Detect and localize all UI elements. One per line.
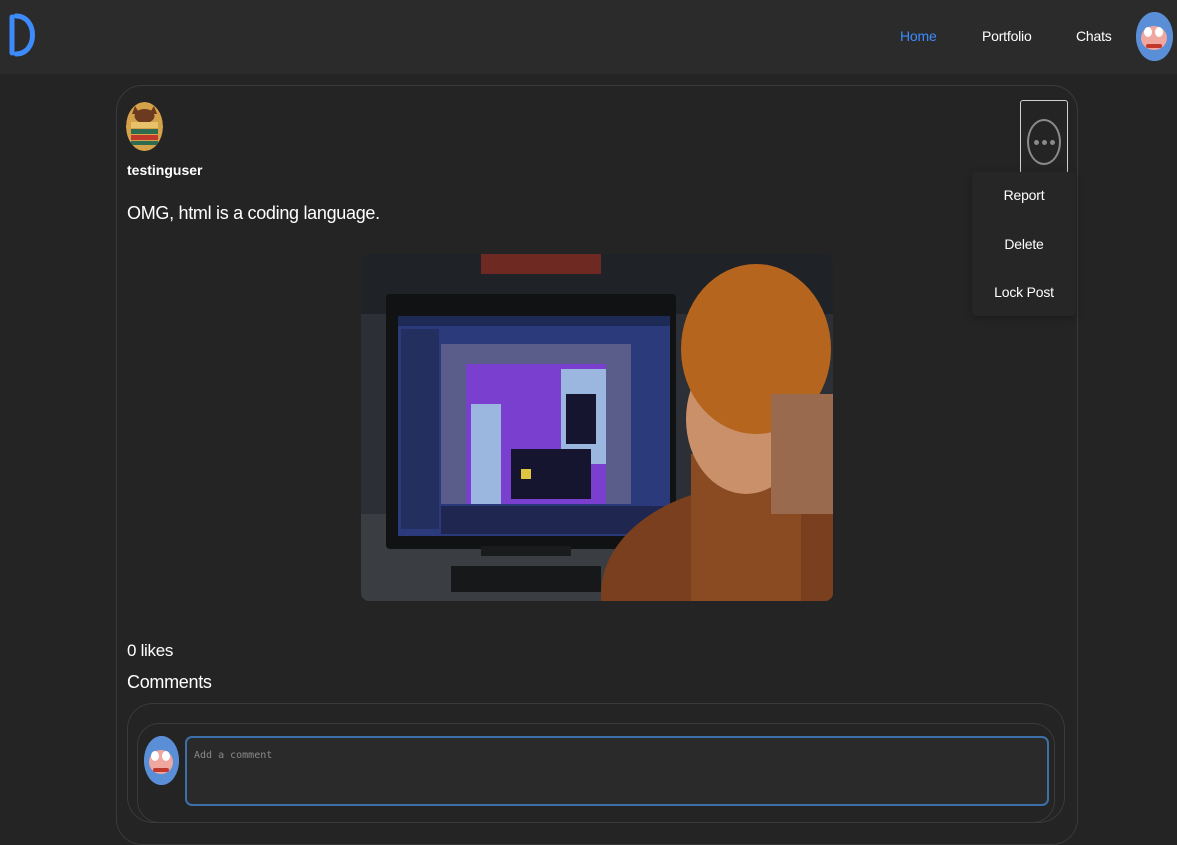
post-likes-count[interactable]: 0 likes — [127, 641, 173, 661]
post-image[interactable] — [361, 254, 833, 601]
nav-portfolio-link[interactable]: Portfolio — [982, 28, 1032, 44]
post-options-menu: Report Delete Lock Post — [972, 172, 1076, 316]
nav-home-link[interactable]: Home — [900, 28, 937, 44]
top-navbar: Home Portfolio Chats — [0, 0, 1177, 75]
menu-item-report[interactable]: Report — [972, 187, 1076, 203]
comments-heading: Comments — [127, 672, 212, 692]
nav-chats-link[interactable]: Chats — [1076, 28, 1112, 44]
more-options-icon — [1027, 119, 1061, 165]
user-avatar[interactable] — [1136, 12, 1173, 61]
post-options-button[interactable] — [1020, 100, 1068, 174]
comment-user-avatar — [144, 736, 179, 785]
post-author-avatar[interactable] — [126, 102, 163, 151]
comment-input[interactable] — [185, 736, 1049, 806]
menu-item-delete[interactable]: Delete — [972, 236, 1076, 252]
post-text: OMG, html is a coding language. — [127, 203, 380, 223]
menu-item-lock-post[interactable]: Lock Post — [972, 284, 1076, 300]
post-username[interactable]: testinguser — [127, 162, 202, 178]
app-logo-icon[interactable] — [6, 11, 40, 59]
